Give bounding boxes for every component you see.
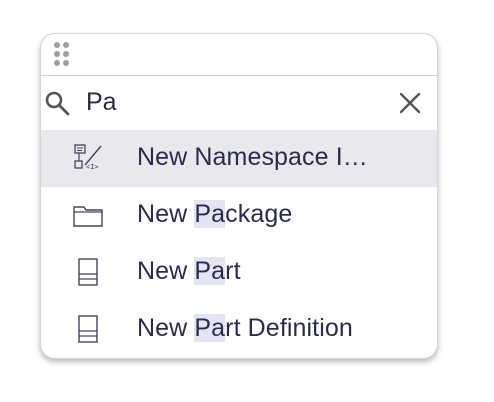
list-item-new-part[interactable]: New Part bbox=[41, 244, 437, 301]
list-item-new-part-definition[interactable]: New Part Definition bbox=[41, 301, 437, 358]
list-item-new-package[interactable]: New Package bbox=[41, 187, 437, 244]
part-icon bbox=[78, 258, 98, 286]
item-label: New Namespace I… bbox=[137, 143, 368, 171]
part-definition-icon bbox=[78, 315, 98, 343]
item-label: New Package bbox=[137, 200, 293, 228]
item-label: New Part bbox=[137, 257, 241, 285]
palette-drag-bar[interactable] bbox=[41, 34, 437, 76]
search-icon bbox=[45, 91, 70, 116]
command-palette: <I> New Namespace I… New Package New Par… bbox=[40, 33, 438, 359]
list-item-new-namespace-import[interactable]: <I> New Namespace I… bbox=[41, 130, 437, 187]
svg-text:<I>: <I> bbox=[86, 163, 99, 171]
search-row bbox=[41, 76, 437, 130]
search-input[interactable] bbox=[86, 85, 386, 119]
namespace-import-icon: <I> bbox=[74, 144, 102, 171]
close-icon[interactable] bbox=[399, 92, 421, 114]
drag-handle-icon[interactable] bbox=[52, 40, 72, 70]
results-list: <I> New Namespace I… New Package New Par… bbox=[41, 130, 437, 358]
item-label: New Part Definition bbox=[137, 314, 353, 342]
folder-icon bbox=[73, 206, 103, 227]
